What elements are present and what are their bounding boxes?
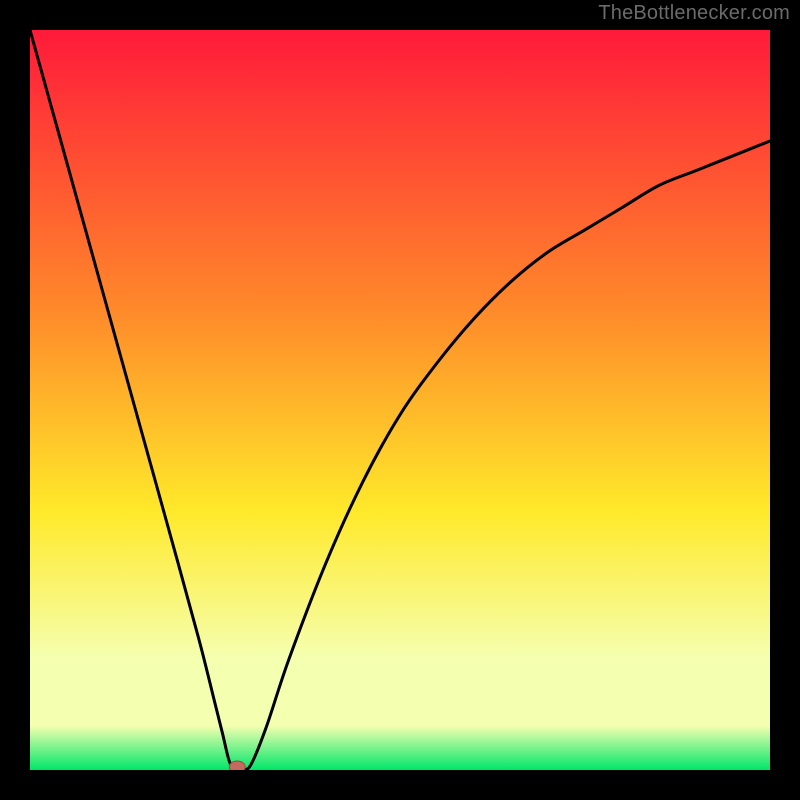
optimum-marker — [229, 761, 245, 770]
plot-area — [30, 30, 770, 770]
chart-frame: TheBottlenecker.com — [0, 0, 800, 800]
chart-svg — [30, 30, 770, 770]
gradient-background — [30, 30, 770, 770]
attribution-text: TheBottlenecker.com — [598, 2, 790, 25]
